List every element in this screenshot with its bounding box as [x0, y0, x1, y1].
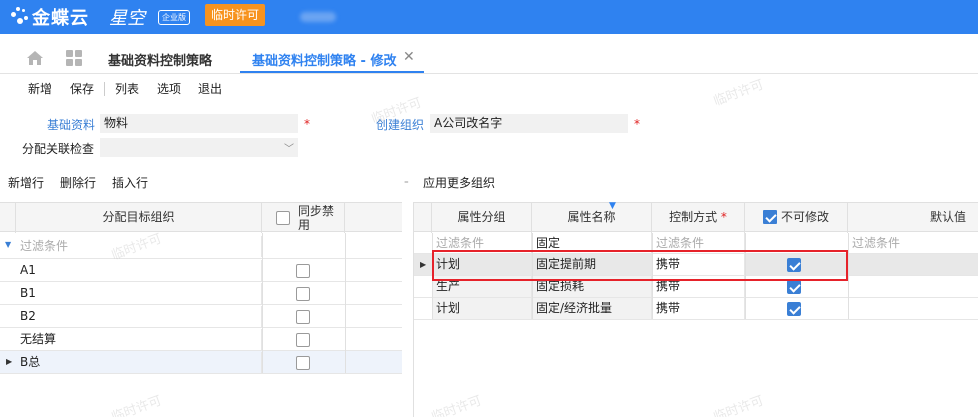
- filter-input[interactable]: 过滤条件: [16, 236, 262, 257]
- sync-checkbox[interactable]: [296, 333, 310, 347]
- control-method-cell[interactable]: 携带: [652, 298, 745, 319]
- active-tab-indicator: [240, 71, 424, 73]
- filter-input[interactable]: 过滤条件: [848, 233, 978, 254]
- kingdee-logo-icon: [9, 6, 31, 28]
- row-divider: [0, 281, 402, 282]
- highlight-annotation-box: [432, 250, 848, 281]
- current-row-icon: ▶: [6, 357, 13, 366]
- left-grid-body: ▼ 过滤条件 A1 B1 B2 无结算 ▶ B总: [0, 233, 402, 417]
- no-modify-checkbox[interactable]: [787, 302, 801, 316]
- assoc-check-label: 分配关联检查: [22, 142, 95, 156]
- property-name-cell[interactable]: 固定/经济批量: [532, 298, 652, 319]
- col-sync-disable[interactable]: 同步禁用: [262, 203, 345, 233]
- options-button[interactable]: 选项: [157, 80, 181, 97]
- row-divider: [0, 258, 402, 259]
- col-no-modify[interactable]: 不可修改: [745, 203, 848, 233]
- row-header-cell: [414, 203, 432, 233]
- col-control-method-label: 控制方式: [669, 210, 718, 224]
- delete-row-button[interactable]: 删除行: [60, 174, 96, 191]
- col-control-method[interactable]: 控制方式 *: [652, 203, 745, 233]
- trial-license-button[interactable]: 临时许可: [205, 4, 265, 26]
- table-row[interactable]: B1: [16, 283, 262, 304]
- sync-checkbox[interactable]: [296, 356, 310, 370]
- current-row-icon: ▶: [420, 260, 427, 269]
- sync-checkbox[interactable]: [296, 264, 310, 278]
- column-divider: [848, 233, 849, 319]
- exit-button[interactable]: 退出: [198, 80, 222, 97]
- splitter-handle-icon[interactable]: ⁼: [404, 180, 409, 190]
- no-modify-checkbox[interactable]: [787, 280, 801, 294]
- column-divider: [345, 233, 346, 373]
- left-grid-header: 分配目标组织 同步禁用: [0, 202, 402, 233]
- table-row[interactable]: B2: [16, 306, 262, 327]
- insert-row-button[interactable]: 插入行: [112, 174, 148, 191]
- app-grid-icon[interactable]: [66, 50, 84, 68]
- create-org-label: 创建组织: [376, 118, 425, 132]
- no-modify-select-all-checkbox[interactable]: [763, 210, 777, 224]
- tab-bar: 基础资料控制策略 基础资料控制策略 - 修改 ✕: [0, 44, 978, 74]
- row-divider: [0, 373, 402, 374]
- toolbar-divider: [104, 82, 105, 96]
- row-divider: [0, 327, 402, 328]
- right-grid-header: 属性分组 属性名称 ▼ 控制方式 * 不可修改 默认值: [414, 201, 978, 233]
- assoc-check-select[interactable]: ﹀: [100, 138, 298, 157]
- tab-control-policy[interactable]: 基础资料控制策略: [108, 50, 212, 69]
- required-mark: *: [634, 117, 640, 131]
- col-property-name[interactable]: 属性名称: [532, 203, 652, 233]
- tab-control-policy-edit[interactable]: 基础资料控制策略 - 修改: [252, 50, 396, 69]
- col-default-value[interactable]: 默认值: [848, 203, 978, 233]
- property-group-cell[interactable]: 计划: [432, 298, 532, 319]
- close-tab-icon[interactable]: ✕: [403, 49, 415, 65]
- row-divider: [0, 304, 402, 305]
- brand-subtitle: 星空: [109, 8, 145, 29]
- top-bar: 金蝶云 星空 企业版 临时许可: [0, 0, 978, 34]
- apply-more-orgs-button[interactable]: 应用更多组织: [423, 174, 495, 191]
- required-mark: *: [304, 117, 310, 131]
- sync-checkbox[interactable]: [296, 287, 310, 301]
- home-icon[interactable]: [26, 50, 44, 66]
- col-target-org[interactable]: 分配目标组织: [16, 203, 262, 233]
- table-row[interactable]: A1: [16, 260, 262, 281]
- sync-select-all-checkbox[interactable]: [276, 211, 290, 225]
- base-data-label: 基础资料: [47, 118, 96, 132]
- edition-badge: 企业版: [158, 10, 190, 25]
- blurred-user-info: [300, 12, 336, 22]
- base-data-field[interactable]: 物料: [100, 114, 298, 133]
- table-row[interactable]: B总: [16, 352, 262, 373]
- list-button[interactable]: 列表: [115, 80, 139, 97]
- row-header-cell: [0, 203, 16, 233]
- chevron-down-icon[interactable]: ﹀: [284, 140, 294, 159]
- create-org-field[interactable]: A公司改名字: [430, 114, 628, 133]
- col-property-group[interactable]: 属性分组: [432, 203, 532, 233]
- filter-row-icon: ▼: [5, 240, 12, 249]
- sync-checkbox[interactable]: [296, 310, 310, 324]
- filter-icon[interactable]: ▼: [609, 201, 616, 211]
- add-row-button[interactable]: 新增行: [8, 174, 44, 191]
- brand-name: 金蝶云: [32, 8, 89, 29]
- required-mark: *: [720, 210, 727, 224]
- row-divider: [414, 319, 978, 320]
- save-button[interactable]: 保存: [70, 80, 94, 97]
- toolbar: 新增 保存 列表 选项 退出: [0, 78, 978, 100]
- column-divider: [262, 233, 263, 373]
- table-row[interactable]: 无结算: [16, 329, 262, 350]
- new-button[interactable]: 新增: [28, 80, 52, 97]
